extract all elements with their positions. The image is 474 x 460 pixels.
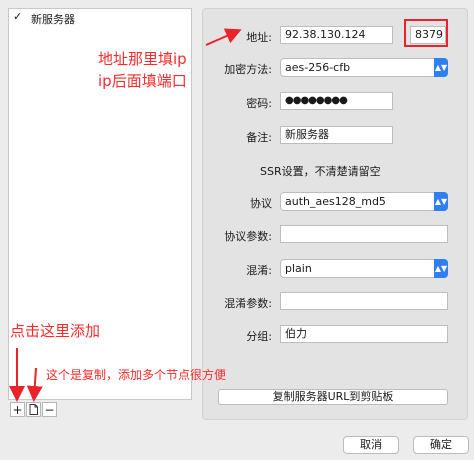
copy-arrow	[26, 367, 43, 402]
address-note-line2: ip后面填端口	[98, 72, 187, 90]
copy-note: 这个是复制，添加多个节点很方便	[46, 368, 227, 382]
annotation-arrows	[9, 28, 242, 402]
address-note-line1: 地址那里填ip	[98, 50, 187, 68]
address-arrow	[205, 28, 242, 46]
add-note: 点击这里添加	[10, 322, 101, 340]
